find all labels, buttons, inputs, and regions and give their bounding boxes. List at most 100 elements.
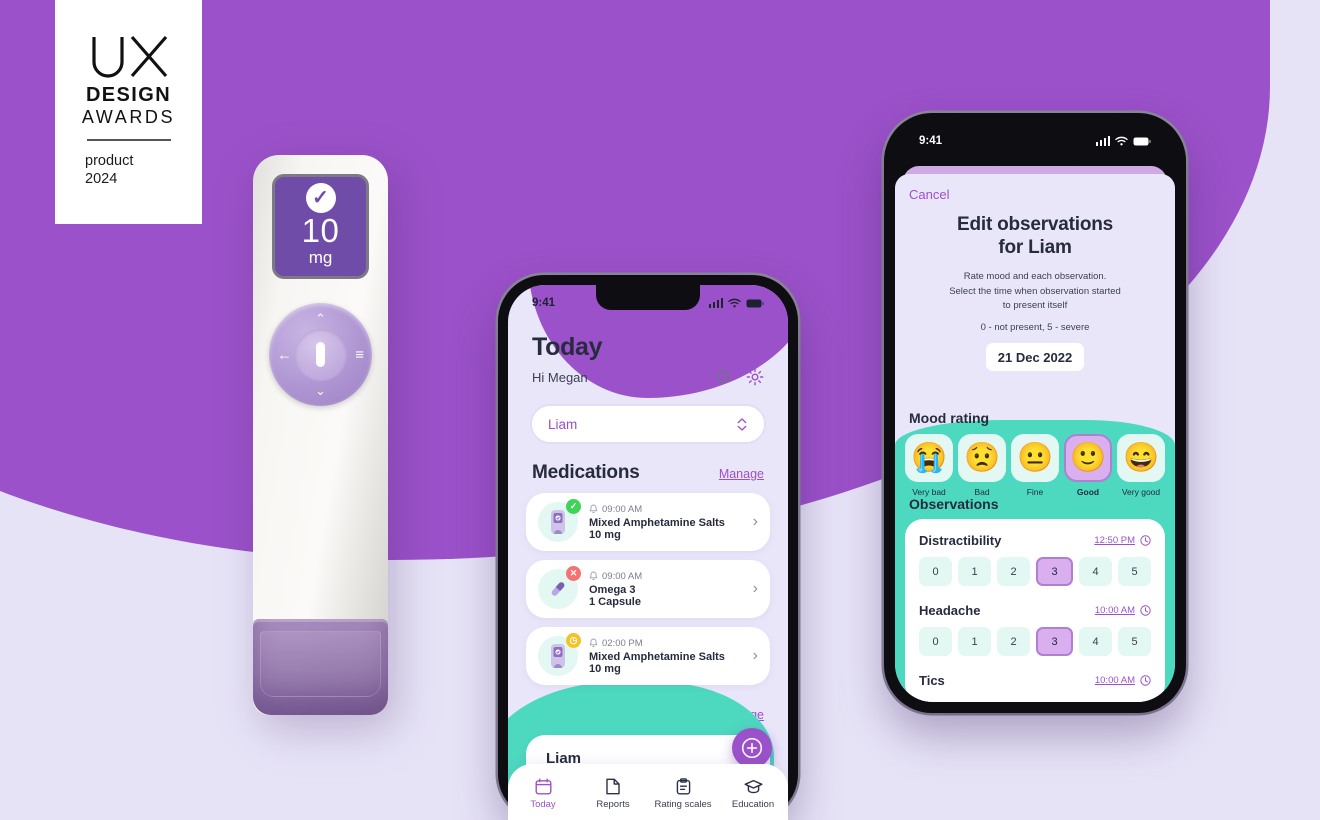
- clock-icon[interactable]: [1140, 675, 1151, 686]
- gear-icon[interactable]: [746, 368, 764, 386]
- stepper-icon[interactable]: [736, 416, 748, 433]
- patient-selector[interactable]: Liam: [530, 404, 766, 444]
- observation-time[interactable]: 10:00 AM: [1095, 675, 1135, 686]
- mood-emoji-icon: 😄: [1117, 434, 1165, 482]
- dpad-center-button[interactable]: [294, 328, 347, 381]
- medication-time: 09:00 AM: [602, 570, 643, 582]
- medication-card[interactable]: ✓ 09:00 AM Mixed Amphetamine Salts 10 mg: [526, 493, 770, 551]
- chevron-down-icon[interactable]: ⌄: [315, 384, 326, 397]
- device-dose-unit: mg: [308, 248, 333, 268]
- mood-option-very-good[interactable]: 😄 Very good: [1117, 434, 1165, 497]
- medications-title: Medications: [532, 462, 640, 483]
- battery-icon: [746, 299, 764, 307]
- rating-option-selected[interactable]: 3: [1036, 627, 1073, 656]
- sheet-title-line1: Edit observations: [956, 214, 1114, 235]
- rating-option[interactable]: 5: [1118, 557, 1151, 586]
- award-category: product: [85, 152, 134, 169]
- observation-name: Distractibility: [919, 533, 1002, 548]
- status-icons: [708, 298, 765, 308]
- device-display: ✓ 10 mg: [272, 174, 369, 279]
- status-time: 9:41: [532, 297, 556, 309]
- medication-icon-wrap: ✕: [538, 566, 581, 609]
- observation-time-control[interactable]: 12:50 PM: [1094, 535, 1151, 546]
- device-dose-value: 10: [301, 212, 340, 250]
- tab-label: Education: [731, 798, 775, 810]
- chevron-right-icon[interactable]: ›: [753, 647, 758, 665]
- mood-rating-group: 😭 Very bad 😟 Bad 😐 Fine 🙂 Good 😄 Very go…: [905, 434, 1165, 497]
- sheet-title-line2: for Liam: [998, 237, 1072, 259]
- cancel-button[interactable]: Cancel: [909, 187, 1175, 202]
- bell-icon[interactable]: [715, 368, 732, 386]
- rating-option-selected[interactable]: 3: [1036, 557, 1073, 586]
- tab-reports[interactable]: Reports: [578, 774, 648, 810]
- rating-option[interactable]: 4: [1079, 627, 1112, 656]
- description-line3: to present itself: [1002, 299, 1068, 311]
- medication-card[interactable]: ◷ 02:00 PM Mixed Amphetamine Salts 10 mg: [526, 627, 770, 685]
- rating-option[interactable]: 1: [958, 627, 991, 656]
- mood-option-bad[interactable]: 😟 Bad: [958, 434, 1006, 497]
- phone-notch: [983, 135, 1087, 161]
- signal-icon: [1095, 136, 1110, 146]
- rating-option[interactable]: 4: [1079, 557, 1112, 586]
- back-arrow-icon[interactable]: ←: [277, 347, 292, 362]
- medications-manage-link[interactable]: Manage: [719, 467, 764, 481]
- clock-icon[interactable]: [1140, 535, 1151, 546]
- rating-option[interactable]: 0: [919, 557, 952, 586]
- observation-time[interactable]: 12:50 PM: [1094, 535, 1135, 546]
- chevron-up-icon[interactable]: ⌃: [315, 312, 326, 325]
- mood-option-very-bad[interactable]: 😭 Very bad: [905, 434, 953, 497]
- rating-option[interactable]: 2: [997, 627, 1030, 656]
- bottom-tab-bar: Today Reports Rating scales Education: [508, 764, 788, 820]
- rating-option[interactable]: 5: [1118, 627, 1151, 656]
- observation-time-control[interactable]: 10:00 AM: [1095, 675, 1151, 686]
- ux-design-awards-badge: DESIGN AWARDS product 2024: [55, 0, 202, 224]
- alarm-icon: [589, 571, 598, 580]
- observation-time[interactable]: 10:00 AM: [1095, 605, 1135, 616]
- observation-header: Headache 10:00 AM: [919, 603, 1151, 618]
- tab-education[interactable]: Education: [718, 775, 788, 810]
- tab-rating-scales[interactable]: Rating scales: [648, 774, 718, 810]
- mood-option-label: Very good: [1121, 487, 1161, 497]
- mood-emoji-icon: 😭: [905, 434, 953, 482]
- date-selector[interactable]: 21 Dec 2022: [986, 343, 1084, 372]
- observation-block-headache: Headache 10:00 AM 0 1 2 3 4 5: [919, 603, 1151, 656]
- alarm-icon: [589, 504, 598, 513]
- observation-header: Distractibility 12:50 PM: [919, 533, 1151, 548]
- award-divider: [86, 139, 171, 141]
- rating-option[interactable]: 1: [958, 557, 991, 586]
- device-cap: [253, 619, 388, 715]
- medication-dose: 1 Capsule: [589, 595, 641, 608]
- medication-time: 09:00 AM: [602, 503, 643, 515]
- mood-option-fine[interactable]: 😐 Fine: [1011, 434, 1059, 497]
- greeting-row: Hi Megan: [532, 368, 764, 386]
- rating-option[interactable]: 0: [919, 627, 952, 656]
- award-awards-text: AWARDS: [81, 106, 176, 127]
- tab-label: Rating scales: [654, 799, 712, 810]
- rating-option[interactable]: 2: [997, 557, 1030, 586]
- phone-edit-observations: 9:41 Cancel Edit observations for Liam R…: [884, 113, 1186, 713]
- tab-today[interactable]: Today: [508, 774, 578, 810]
- tab-label: Today: [530, 799, 556, 810]
- check-icon: ✓: [305, 183, 336, 214]
- chevron-right-icon[interactable]: ›: [753, 513, 758, 531]
- rating-scale: 0 1 2 3 4 5: [919, 627, 1151, 656]
- mood-option-good[interactable]: 🙂 Good: [1064, 434, 1112, 497]
- clipboard-icon: [676, 778, 690, 795]
- observation-time-control[interactable]: 10:00 AM: [1095, 605, 1151, 616]
- observation-header: Tics 10:00 AM: [919, 673, 1151, 688]
- device-dpad[interactable]: ⌃ ⌄ ← ≡: [269, 303, 372, 406]
- chevron-right-icon[interactable]: ›: [753, 580, 758, 598]
- sheet-title: Edit observations for Liam: [895, 213, 1175, 259]
- scale-legend: 0 - not present, 5 - severe: [980, 322, 1090, 334]
- menu-icon[interactable]: ≡: [355, 347, 364, 362]
- medication-time-row: 02:00 PM: [589, 638, 753, 649]
- status-time: 9:41: [919, 135, 943, 147]
- mood-emoji-icon: 🙂: [1064, 434, 1112, 482]
- alarm-icon: [589, 638, 598, 647]
- wifi-icon: [1115, 136, 1128, 146]
- add-button[interactable]: [732, 728, 772, 768]
- medication-card[interactable]: ✕ 09:00 AM Omega 3 1 Capsule ›: [526, 560, 770, 618]
- clock-icon[interactable]: [1140, 605, 1151, 616]
- dosing-device: ✓ 10 mg ⌃ ⌄ ← ≡: [253, 155, 388, 715]
- mood-section-label: Mood rating: [909, 410, 990, 426]
